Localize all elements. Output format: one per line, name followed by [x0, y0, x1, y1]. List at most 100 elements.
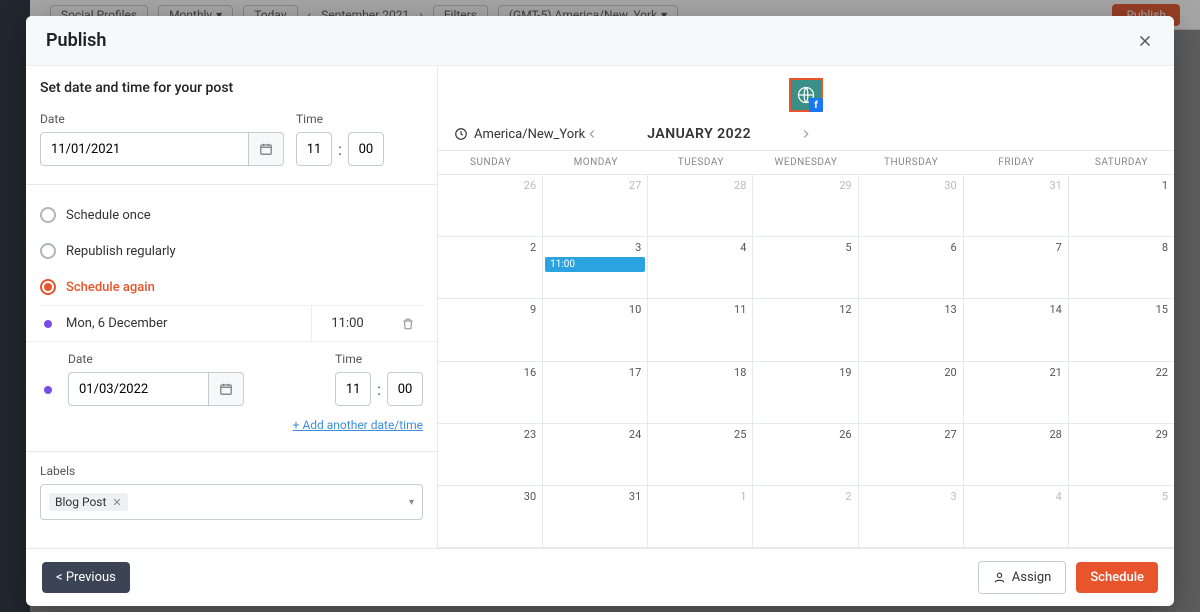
- next-month-icon[interactable]: [799, 127, 813, 141]
- day-number: 19: [839, 366, 851, 379]
- calendar-day[interactable]: 25: [648, 424, 753, 485]
- day-number: 6: [951, 241, 957, 254]
- clock-icon: [454, 127, 468, 141]
- hour-input[interactable]: [296, 132, 332, 166]
- day-number: 14: [1049, 303, 1061, 316]
- calendar-day[interactable]: 27: [543, 175, 648, 236]
- day-number: 16: [524, 366, 536, 379]
- dow-header: MONDAY: [543, 151, 648, 175]
- day-number: 29: [1156, 428, 1168, 441]
- calendar-day[interactable]: 31: [543, 486, 648, 547]
- facebook-badge-icon: f: [809, 98, 823, 112]
- calendar-day[interactable]: 31: [964, 175, 1069, 236]
- calendar-day[interactable]: 3: [859, 486, 964, 547]
- calendar-day[interactable]: 16: [438, 362, 543, 423]
- day-number: 26: [839, 428, 851, 441]
- day-number: 15: [1156, 303, 1168, 316]
- day-number: 1: [1162, 179, 1168, 192]
- calendar-day[interactable]: 12: [753, 299, 858, 360]
- calendar-day[interactable]: 28: [964, 424, 1069, 485]
- option-republish-regularly[interactable]: Republish regularly: [40, 233, 423, 269]
- new-hour-input[interactable]: [335, 372, 371, 406]
- calendar-day[interactable]: 28: [648, 175, 753, 236]
- color-dot-icon: [44, 386, 52, 394]
- day-number: 21: [1049, 366, 1061, 379]
- date-picker-button[interactable]: [248, 132, 284, 166]
- calendar-day[interactable]: 7: [964, 237, 1069, 298]
- day-number: 20: [944, 366, 956, 379]
- day-number: 24: [629, 428, 641, 441]
- dow-header: TUESDAY: [648, 151, 753, 175]
- day-number: 4: [1056, 490, 1062, 503]
- calendar-day[interactable]: 13: [859, 299, 964, 360]
- calendar-day[interactable]: 14: [964, 299, 1069, 360]
- calendar-day[interactable]: 19: [753, 362, 858, 423]
- calendar-day[interactable]: 6: [859, 237, 964, 298]
- modal-overlay: Publish Set date and time for your post …: [0, 0, 1200, 612]
- calendar-day[interactable]: 4: [964, 486, 1069, 547]
- new-time-label: Time: [335, 352, 423, 366]
- day-number: 3: [635, 241, 641, 254]
- calendar-grid: SUNDAYMONDAYTUESDAYWEDNESDAYTHURSDAYFRID…: [438, 150, 1174, 548]
- day-number: 8: [1162, 241, 1168, 254]
- new-date-input[interactable]: [68, 372, 208, 406]
- labels-picker[interactable]: Blog Post ✕ ▾: [40, 484, 423, 520]
- calendar-day[interactable]: 5: [1069, 486, 1174, 547]
- calendar-event[interactable]: 11:00: [545, 257, 645, 272]
- calendar-day[interactable]: 24: [543, 424, 648, 485]
- calendar-day[interactable]: 27: [859, 424, 964, 485]
- date-input[interactable]: [40, 132, 248, 166]
- calendar-day[interactable]: 23: [438, 424, 543, 485]
- assign-button[interactable]: Assign: [978, 561, 1067, 594]
- day-number: 27: [944, 428, 956, 441]
- option-schedule-once[interactable]: Schedule once: [40, 197, 423, 233]
- prev-month-icon[interactable]: [585, 127, 599, 141]
- calendar-day[interactable]: 22: [1069, 362, 1174, 423]
- calendar-day[interactable]: 9: [438, 299, 543, 360]
- day-number: 5: [1162, 490, 1168, 503]
- calendar-day[interactable]: 10: [543, 299, 648, 360]
- remove-tag-icon[interactable]: ✕: [112, 496, 121, 509]
- radio-selected-icon: [40, 279, 56, 295]
- profile-avatar[interactable]: f: [789, 78, 823, 112]
- label-tag[interactable]: Blog Post ✕: [49, 493, 128, 511]
- calendar-day[interactable]: 26: [753, 424, 858, 485]
- calendar-day[interactable]: 15: [1069, 299, 1174, 360]
- calendar-day[interactable]: 21: [964, 362, 1069, 423]
- add-another-link[interactable]: + Add another date/time: [293, 418, 423, 432]
- day-number: 12: [839, 303, 851, 316]
- labels-label: Labels: [40, 464, 423, 478]
- calendar-day[interactable]: 30: [859, 175, 964, 236]
- person-icon: [993, 571, 1006, 584]
- minute-input[interactable]: [348, 132, 384, 166]
- previous-button[interactable]: < Previous: [42, 562, 130, 593]
- calendar-day[interactable]: 29: [1069, 424, 1174, 485]
- option-schedule-again[interactable]: Schedule again: [40, 269, 423, 305]
- schedule-button[interactable]: Schedule: [1076, 562, 1158, 593]
- calendar-day[interactable]: 4: [648, 237, 753, 298]
- calendar-day[interactable]: 26: [438, 175, 543, 236]
- color-dot-icon: [44, 320, 52, 328]
- trash-icon[interactable]: [401, 317, 415, 331]
- calendar-day[interactable]: 30: [438, 486, 543, 547]
- calendar-day[interactable]: 3 11:00: [543, 237, 648, 298]
- calendar-day[interactable]: 17: [543, 362, 648, 423]
- calendar-day[interactable]: 2: [753, 486, 858, 547]
- new-minute-input[interactable]: [387, 372, 423, 406]
- new-date-picker-button[interactable]: [208, 372, 244, 406]
- chevron-down-icon: ▾: [409, 497, 414, 508]
- calendar-day[interactable]: 2: [438, 237, 543, 298]
- close-icon[interactable]: [1136, 32, 1154, 50]
- calendar-day[interactable]: 8: [1069, 237, 1174, 298]
- dow-header: FRIDAY: [964, 151, 1069, 175]
- calendar-day[interactable]: 5: [753, 237, 858, 298]
- calendar-day[interactable]: 1: [648, 486, 753, 547]
- calendar-day[interactable]: 1: [1069, 175, 1174, 236]
- calendar-day[interactable]: 18: [648, 362, 753, 423]
- calendar-day[interactable]: 11: [648, 299, 753, 360]
- calendar-day[interactable]: 20: [859, 362, 964, 423]
- day-number: 2: [845, 490, 851, 503]
- calendar-day[interactable]: 29: [753, 175, 858, 236]
- radio-icon: [40, 207, 56, 223]
- existing-time-text: 11:00: [311, 306, 383, 341]
